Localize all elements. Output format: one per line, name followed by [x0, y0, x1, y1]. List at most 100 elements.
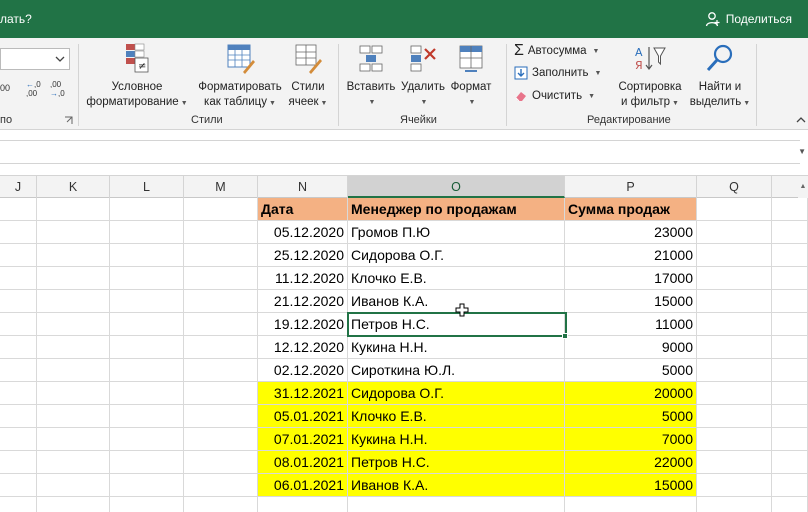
manager-cell[interactable]: Петров Н.С. [348, 451, 565, 474]
empty-cell[interactable] [697, 359, 772, 382]
empty-cell[interactable] [110, 405, 184, 428]
empty-cell[interactable] [772, 382, 808, 405]
worksheet-grid[interactable]: Дата Менеджер по продажам Сумма продаж 05.1… [0, 198, 808, 512]
empty-cell[interactable] [697, 267, 772, 290]
format-as-table-button[interactable]: Форматировать как таблицу ▼ [194, 42, 286, 111]
empty-cell[interactable] [772, 359, 808, 382]
column-header-n[interactable]: N [258, 176, 348, 198]
empty-cell[interactable] [697, 313, 772, 336]
accounting-format-fragment[interactable]: 00 [0, 83, 10, 93]
empty-cell[interactable] [772, 290, 808, 313]
sort-filter-button[interactable]: А Я Сортировка и фильтр ▼ [612, 42, 688, 111]
empty-cell[interactable] [697, 382, 772, 405]
empty-cell[interactable] [110, 336, 184, 359]
empty-cell[interactable] [184, 428, 258, 451]
share-button[interactable]: Поделиться [705, 11, 792, 27]
empty-cell[interactable] [37, 382, 110, 405]
table-header-cell[interactable]: Менеджер по продажам [348, 198, 565, 221]
empty-cell[interactable] [697, 290, 772, 313]
sales-cell[interactable]: 17000 [565, 267, 697, 290]
empty-cell[interactable] [184, 244, 258, 267]
empty-cell[interactable] [110, 474, 184, 497]
empty-cell[interactable] [772, 244, 808, 267]
empty-cell[interactable] [37, 451, 110, 474]
sales-cell[interactable]: 5000 [565, 359, 697, 382]
empty-cell[interactable] [772, 405, 808, 428]
manager-cell[interactable]: Клочко Е.В. [348, 267, 565, 290]
manager-cell[interactable]: Сидорова О.Г. [348, 244, 565, 267]
chevron-down-icon[interactable]: ▼ [798, 147, 806, 156]
date-cell[interactable]: 11.12.2020 [258, 267, 348, 290]
number-format-dropdown[interactable] [0, 48, 70, 70]
empty-cell[interactable] [37, 336, 110, 359]
empty-cell[interactable] [110, 382, 184, 405]
sales-cell[interactable]: 22000 [565, 451, 697, 474]
sales-cell[interactable]: 15000 [565, 290, 697, 313]
empty-cell[interactable] [772, 497, 808, 512]
date-cell[interactable]: 05.01.2021 [258, 405, 348, 428]
empty-cell[interactable] [37, 267, 110, 290]
formula-input[interactable] [0, 140, 800, 164]
format-cells-button[interactable]: Формат ▼ [448, 42, 494, 110]
empty-cell[interactable] [258, 497, 348, 512]
date-cell[interactable]: 12.12.2020 [258, 336, 348, 359]
empty-cell[interactable] [772, 474, 808, 497]
empty-cell[interactable] [0, 428, 37, 451]
empty-cell[interactable] [0, 359, 37, 382]
empty-cell[interactable] [0, 221, 37, 244]
empty-cell[interactable] [184, 290, 258, 313]
conditional-formatting-button[interactable]: ≠ Условное форматирование ▼ [84, 42, 190, 111]
date-cell[interactable]: 07.01.2021 [258, 428, 348, 451]
decrease-decimal-button[interactable]: ,00 →,0 [50, 80, 65, 98]
sales-cell[interactable]: 20000 [565, 382, 697, 405]
empty-cell[interactable] [110, 359, 184, 382]
sales-cell[interactable]: 21000 [565, 244, 697, 267]
empty-cell[interactable] [772, 313, 808, 336]
column-header-k[interactable]: K [37, 176, 110, 198]
column-header-j[interactable]: J [0, 176, 37, 198]
empty-cell[interactable] [37, 359, 110, 382]
empty-cell[interactable] [697, 405, 772, 428]
manager-cell[interactable]: Сидорова О.Г. [348, 382, 565, 405]
column-header-p[interactable]: P [565, 176, 697, 198]
tell-me-search[interactable]: лать? [0, 12, 32, 26]
empty-cell[interactable] [184, 198, 258, 221]
insert-cells-button[interactable]: Вставить ▼ [344, 42, 398, 110]
column-header-l[interactable]: L [110, 176, 184, 198]
empty-cell[interactable] [0, 451, 37, 474]
empty-cell[interactable] [110, 451, 184, 474]
empty-cell[interactable] [772, 428, 808, 451]
empty-cell[interactable] [184, 359, 258, 382]
empty-cell[interactable] [37, 428, 110, 451]
empty-cell[interactable] [772, 198, 808, 221]
fill-button[interactable]: Заполнить ▼ [514, 66, 601, 80]
find-select-button[interactable]: Найти и выделить ▼ [688, 42, 752, 111]
empty-cell[interactable] [110, 198, 184, 221]
sales-cell[interactable]: 5000 [565, 405, 697, 428]
scroll-up-icon[interactable]: ▲ [798, 176, 808, 198]
empty-cell[interactable] [37, 221, 110, 244]
column-header-m[interactable]: M [184, 176, 258, 198]
column-header-o[interactable]: O [348, 176, 565, 198]
empty-cell[interactable] [0, 244, 37, 267]
table-header-cell[interactable]: Дата [258, 198, 348, 221]
date-cell[interactable]: 05.12.2020 [258, 221, 348, 244]
date-cell[interactable]: 19.12.2020 [258, 313, 348, 336]
date-cell[interactable]: 02.12.2020 [258, 359, 348, 382]
empty-cell[interactable] [37, 244, 110, 267]
empty-cell[interactable] [37, 474, 110, 497]
delete-cells-button[interactable]: Удалить ▼ [400, 42, 446, 110]
empty-cell[interactable] [184, 313, 258, 336]
collapse-ribbon-icon[interactable] [796, 116, 806, 124]
empty-cell[interactable] [37, 405, 110, 428]
empty-cell[interactable] [110, 267, 184, 290]
empty-cell[interactable] [184, 451, 258, 474]
empty-cell[interactable] [0, 382, 37, 405]
sales-cell[interactable]: 23000 [565, 221, 697, 244]
increase-decimal-button[interactable]: ←,0 ,00 [26, 80, 41, 98]
manager-cell[interactable]: Кукина Н.Н. [348, 336, 565, 359]
empty-cell[interactable] [184, 474, 258, 497]
date-cell[interactable]: 31.12.2021 [258, 382, 348, 405]
empty-cell[interactable] [697, 451, 772, 474]
manager-cell[interactable]: Сироткина Ю.Л. [348, 359, 565, 382]
